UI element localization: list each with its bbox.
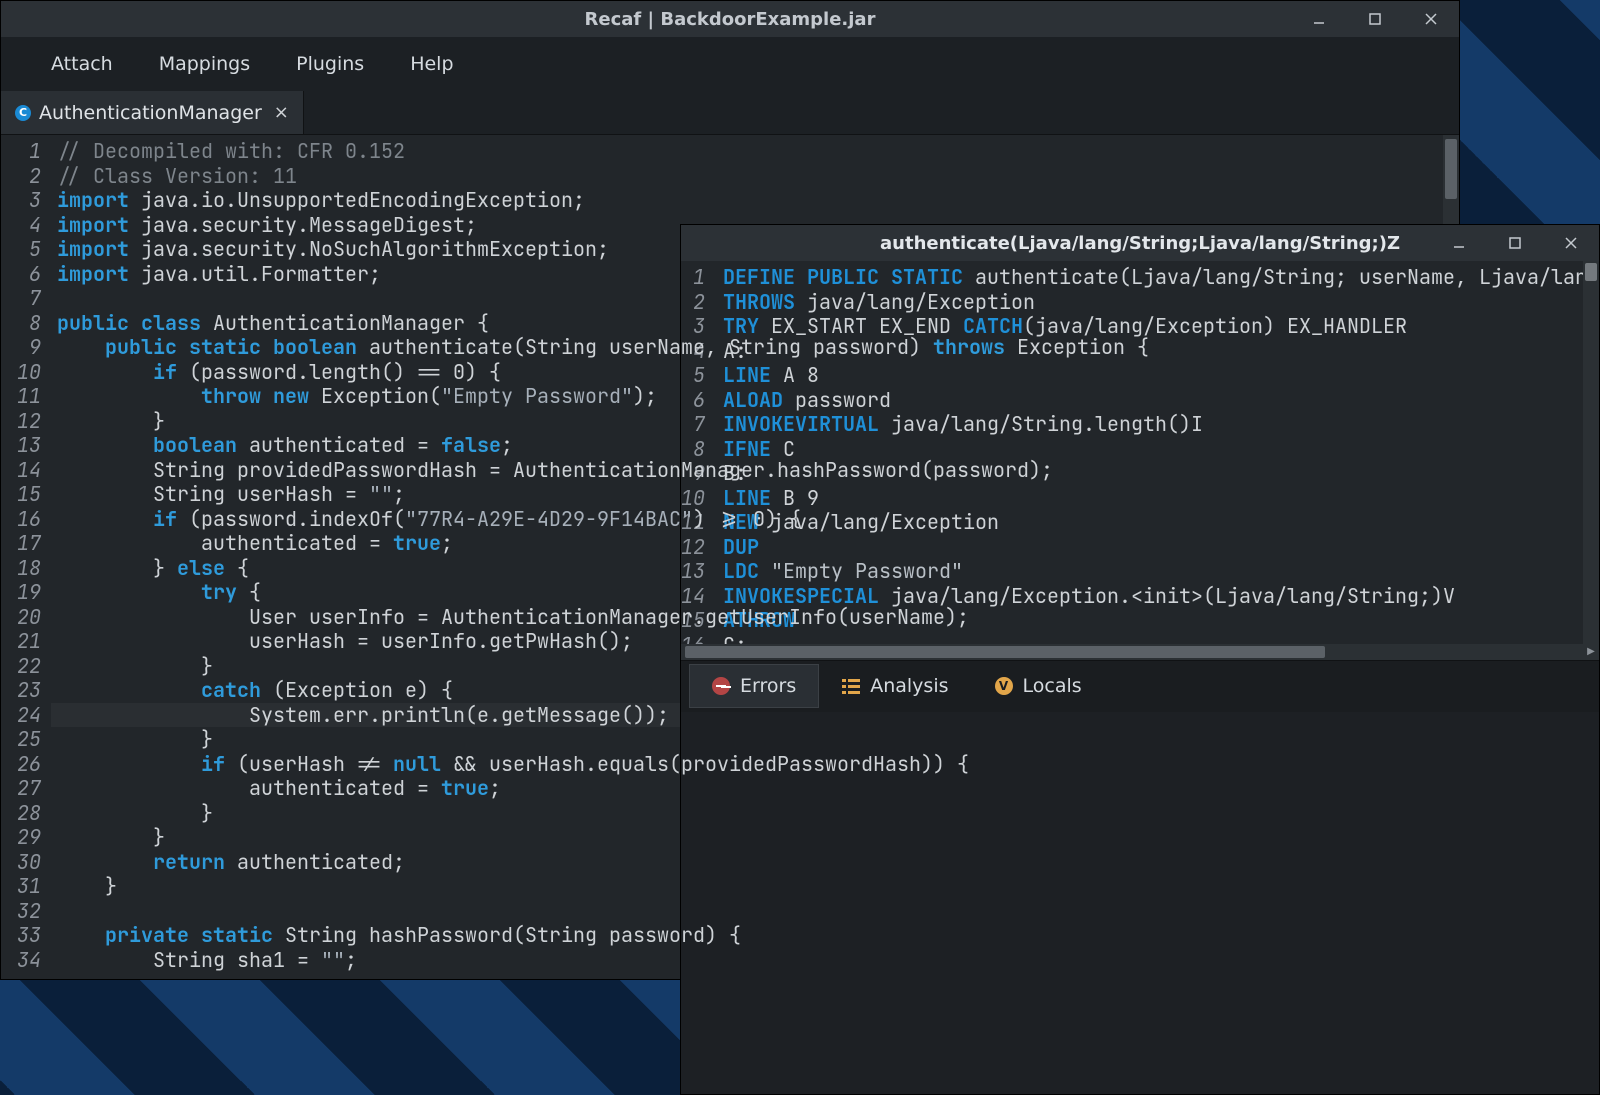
bc-close-button[interactable]: [1543, 225, 1599, 261]
source-editor[interactable]: 1234567891011121314151617181920212223242…: [1, 135, 1459, 979]
main-window-title: Recaf | BackdoorExample.jar: [585, 9, 876, 30]
class-icon: C: [15, 105, 31, 121]
tab-close-icon[interactable]: ×: [270, 102, 289, 123]
menu-plugins[interactable]: Plugins: [296, 53, 364, 75]
maximize-button[interactable]: [1347, 1, 1403, 37]
minimize-button[interactable]: [1291, 1, 1347, 37]
bytecode-scrollbar-vertical[interactable]: [1583, 261, 1599, 644]
editor-tabbar: C AuthenticationManager ×: [1, 91, 1459, 135]
scroll-right-icon[interactable]: ▶: [1583, 644, 1599, 660]
scrollbar-thumb[interactable]: [1585, 263, 1597, 281]
tab-label: AuthenticationManager: [39, 102, 262, 124]
main-titlebar[interactable]: Recaf | BackdoorExample.jar: [1, 1, 1459, 37]
source-code[interactable]: // Decompiled with: CFR 0.152// Class Ve…: [51, 135, 1459, 979]
tab-authenticationmanager[interactable]: C AuthenticationManager ×: [1, 91, 304, 134]
close-button[interactable]: [1403, 1, 1459, 37]
menubar: Attach Mappings Plugins Help: [1, 37, 1459, 91]
main-window-controls: [1291, 1, 1459, 37]
menu-attach[interactable]: Attach: [51, 53, 113, 75]
source-gutter: 1234567891011121314151617181920212223242…: [1, 135, 51, 979]
main-window: Recaf | BackdoorExample.jar Attach Mappi…: [0, 0, 1460, 980]
menu-mappings[interactable]: Mappings: [159, 53, 250, 75]
bc-maximize-button[interactable]: [1487, 225, 1543, 261]
menu-help[interactable]: Help: [410, 53, 453, 75]
